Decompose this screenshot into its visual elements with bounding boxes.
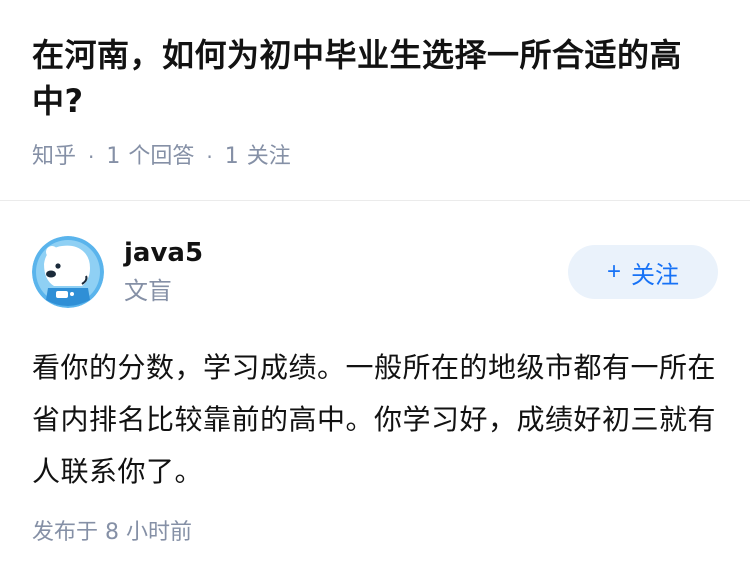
follow-count-number: 1	[224, 144, 239, 169]
meta-separator: ·	[88, 145, 95, 169]
section-divider	[0, 200, 750, 201]
question-title[interactable]: 在河南，如何为初中毕业生选择一所合适的高中?	[32, 32, 732, 124]
answers-count[interactable]: 1 个回答	[106, 142, 194, 172]
answer-card: java5 文盲 + 关注 看你的分数，学习成绩。一般所在的地级市都有一所在省内…	[32, 236, 718, 498]
source-label[interactable]: 知乎	[32, 142, 76, 172]
answers-count-number: 1	[106, 144, 121, 169]
answers-count-label: 个回答	[128, 144, 195, 169]
author-row: java5 文盲 + 关注	[32, 236, 718, 308]
author-name[interactable]: java5	[124, 236, 568, 270]
meta-separator: ·	[206, 145, 213, 169]
published-time: 发布于 8 小时前	[32, 520, 192, 545]
follow-count[interactable]: 1 关注	[225, 142, 291, 172]
question-meta: 知乎 · 1 个回答 · 1 关注	[32, 142, 732, 172]
question-header: 在河南，如何为初中毕业生选择一所合适的高中? 知乎 · 1 个回答 · 1 关注	[32, 32, 732, 172]
plus-icon: +	[606, 258, 621, 285]
follow-button-label: 关注	[631, 261, 679, 289]
follow-count-label: 关注	[246, 144, 291, 169]
follow-button[interactable]: + 关注	[568, 245, 718, 299]
author-info: java5 文盲	[124, 236, 568, 308]
answer-content[interactable]: 看你的分数，学习成绩。一般所在的地级市都有一所在省内排名比较靠前的高中。你学习好…	[32, 342, 718, 498]
polar-bear-avatar-icon[interactable]	[32, 236, 104, 308]
author-bio: 文盲	[124, 277, 172, 305]
